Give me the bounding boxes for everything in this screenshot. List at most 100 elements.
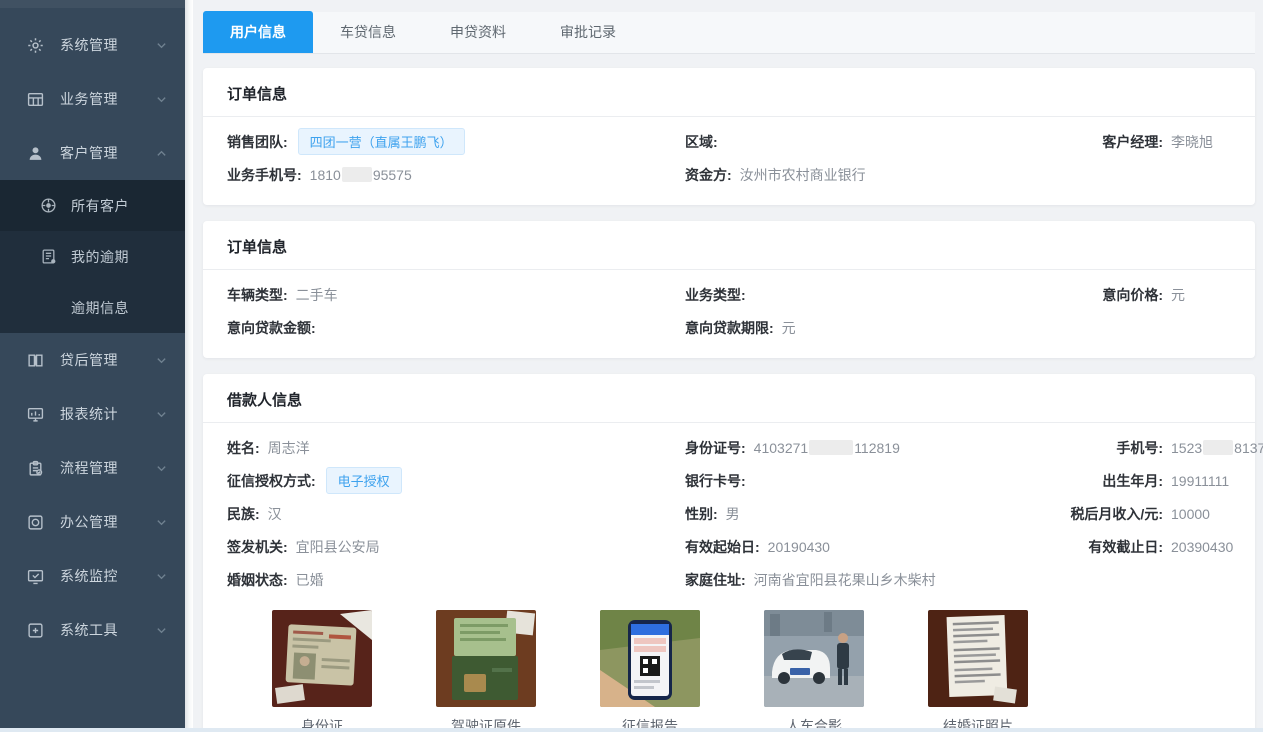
tab-approval-records[interactable]: 审批记录 <box>533 11 643 53</box>
sidebar: 系统管理 业务管理 客户管理 所有客户 我的逾期 逾期信息 贷后管理 报表统计 <box>0 0 185 732</box>
e-auth-tag[interactable]: 电子授权 <box>326 467 402 494</box>
order-info-card-1: 订单信息 销售团队: 四团一营（直属王鹏飞） 区域: 客户经理: 李晓旭 业务手 <box>203 68 1255 205</box>
field-account-manager: 客户经理: 李晓旭 <box>1065 132 1231 152</box>
photo-person-with-car[interactable]: 人车合影 <box>764 610 864 732</box>
sidebar-item-label: 逾期信息 <box>71 298 167 318</box>
borrower-info-card: 借款人信息 姓名: 周志洋 身份证号: 4103271112819 手机号: 1… <box>203 374 1255 732</box>
field-region: 区域: <box>685 132 1065 152</box>
field-intended-price: 意向价格: 元 <box>1065 285 1231 305</box>
sidebar-item-label: 报表统计 <box>60 404 156 424</box>
sidebar-item-overdue-info[interactable]: 逾期信息 <box>0 282 185 333</box>
wheel-icon <box>40 197 57 214</box>
photo-credit-report[interactable]: 征信报告 <box>600 610 700 732</box>
field-ethnicity: 民族: 汉 <box>227 504 685 524</box>
field-marital-status: 婚姻状态: 已婚 <box>227 570 685 590</box>
sidebar-item-customer-management[interactable]: 客户管理 <box>0 126 185 180</box>
redaction-blur <box>1203 440 1233 455</box>
field-business-phone: 业务手机号: 181095575 <box>227 165 685 185</box>
monitor-check-icon <box>27 568 44 585</box>
open-book-icon <box>27 352 44 369</box>
sidebar-item-system-management[interactable]: 系统管理 <box>0 18 185 72</box>
grid-table-icon <box>27 91 44 108</box>
sidebar-item-office-management[interactable]: 办公管理 <box>0 495 185 549</box>
field-sales-team: 销售团队: 四团一营（直属王鹏飞） <box>227 128 685 155</box>
field-name: 姓名: 周志洋 <box>227 438 685 458</box>
sidebar-item-label: 系统管理 <box>60 35 156 55</box>
tab-loan-application-docs[interactable]: 申贷资料 <box>423 11 533 53</box>
id-card-photo-thumbnail <box>272 610 372 707</box>
tab-car-loan-info[interactable]: 车贷信息 <box>313 11 423 53</box>
box-plus-icon <box>27 622 44 639</box>
sidebar-item-label: 客户管理 <box>60 143 156 163</box>
field-monthly-income: 税后月收入/元: 10000 <box>1065 504 1231 524</box>
redaction-blur <box>342 167 372 182</box>
sidebar-scrollbar-gutter[interactable] <box>185 0 193 732</box>
square-target-icon <box>27 514 44 531</box>
sidebar-item-label: 系统工具 <box>60 620 156 640</box>
sidebar-item-label: 我的逾期 <box>71 247 167 267</box>
sales-team-tag[interactable]: 四团一营（直属王鹏飞） <box>298 128 465 155</box>
field-home-address: 家庭住址: 河南省宜阳县花果山乡木柴村 <box>685 570 1065 590</box>
field-intended-loan-term: 意向贷款期限: 元 <box>685 318 1065 338</box>
field-intended-loan-amount: 意向贷款金额: <box>227 318 685 338</box>
monitor-chart-icon <box>27 406 44 423</box>
detail-tabbar: 用户信息 车贷信息 申贷资料 审批记录 <box>203 12 1255 54</box>
sidebar-item-label: 办公管理 <box>60 512 156 532</box>
document-photos: 身份证 驾驶证原件 <box>227 596 1231 732</box>
credit-report-photo-thumbnail <box>600 610 700 707</box>
sidebar-item-process-management[interactable]: 流程管理 <box>0 441 185 495</box>
card-title: 借款人信息 <box>203 374 1255 423</box>
field-valid-until: 有效截止日: 20390430 <box>1065 537 1233 557</box>
chevron-down-icon <box>156 40 167 51</box>
drivers-license-photo-thumbnail <box>436 610 536 707</box>
chevron-down-icon <box>156 463 167 474</box>
sidebar-item-post-loan-management[interactable]: 贷后管理 <box>0 333 185 387</box>
clipboard-icon <box>27 460 44 477</box>
sidebar-item-system-monitor[interactable]: 系统监控 <box>0 549 185 603</box>
card-title: 订单信息 <box>203 221 1255 270</box>
main-content: 用户信息 车贷信息 申贷资料 审批记录 订单信息 销售团队: 四团一营（直属王鹏… <box>193 0 1263 732</box>
tab-user-info[interactable]: 用户信息 <box>203 11 313 53</box>
sidebar-item-all-customers[interactable]: 所有客户 <box>0 180 185 231</box>
chevron-down-icon <box>156 94 167 105</box>
field-bank-card: 银行卡号: <box>685 471 1065 491</box>
person-car-photo-thumbnail <box>764 610 864 707</box>
chevron-up-icon <box>156 148 167 159</box>
notebook-icon <box>40 248 57 265</box>
field-business-type: 业务类型: <box>685 285 1065 305</box>
paper-document-photo-thumbnail <box>928 610 1028 707</box>
photo-marriage-certificate[interactable]: 结婚证照片 <box>928 610 1028 732</box>
field-vehicle-type: 车辆类型: 二手车 <box>227 285 685 305</box>
field-birth-date: 出生年月: 19911111 <box>1065 471 1231 491</box>
chevron-down-icon <box>156 517 167 528</box>
sidebar-item-business-management[interactable]: 业务管理 <box>0 72 185 126</box>
redaction-blur <box>809 440 853 455</box>
customer-management-submenu: 所有客户 我的逾期 逾期信息 <box>0 180 185 333</box>
field-gender: 性别: 男 <box>685 504 1065 524</box>
gear-icon <box>27 37 44 54</box>
field-mobile: 手机号: 15238137 <box>1065 438 1263 458</box>
sidebar-top-divider <box>0 0 185 8</box>
photo-id-card[interactable]: 身份证 <box>272 610 372 732</box>
field-fund-provider: 资金方: 汝州市农村商业银行 <box>685 165 1065 185</box>
sidebar-item-label: 所有客户 <box>71 196 167 216</box>
bottom-edge-strip <box>0 728 1263 732</box>
user-icon <box>27 145 44 162</box>
order-info-card-2: 订单信息 车辆类型: 二手车 业务类型: 意向价格: 元 意向贷款金额: <box>203 221 1255 358</box>
card-title: 订单信息 <box>203 68 1255 117</box>
field-valid-from: 有效起始日: 20190430 <box>685 537 1065 557</box>
sidebar-item-label: 业务管理 <box>60 89 156 109</box>
sidebar-item-label: 流程管理 <box>60 458 156 478</box>
chevron-down-icon <box>156 355 167 366</box>
sidebar-item-my-overdue[interactable]: 我的逾期 <box>0 231 185 282</box>
chevron-down-icon <box>156 625 167 636</box>
sidebar-item-system-tools[interactable]: 系统工具 <box>0 603 185 657</box>
sidebar-item-label: 贷后管理 <box>60 350 156 370</box>
field-credit-auth-method: 征信授权方式: 电子授权 <box>227 467 685 494</box>
sidebar-item-report-statistics[interactable]: 报表统计 <box>0 387 185 441</box>
chevron-down-icon <box>156 571 167 582</box>
field-id-number: 身份证号: 4103271112819 <box>685 438 1065 458</box>
photo-drivers-license[interactable]: 驾驶证原件 <box>436 610 536 732</box>
field-issuing-authority: 签发机关: 宜阳县公安局 <box>227 537 685 557</box>
chevron-down-icon <box>156 409 167 420</box>
